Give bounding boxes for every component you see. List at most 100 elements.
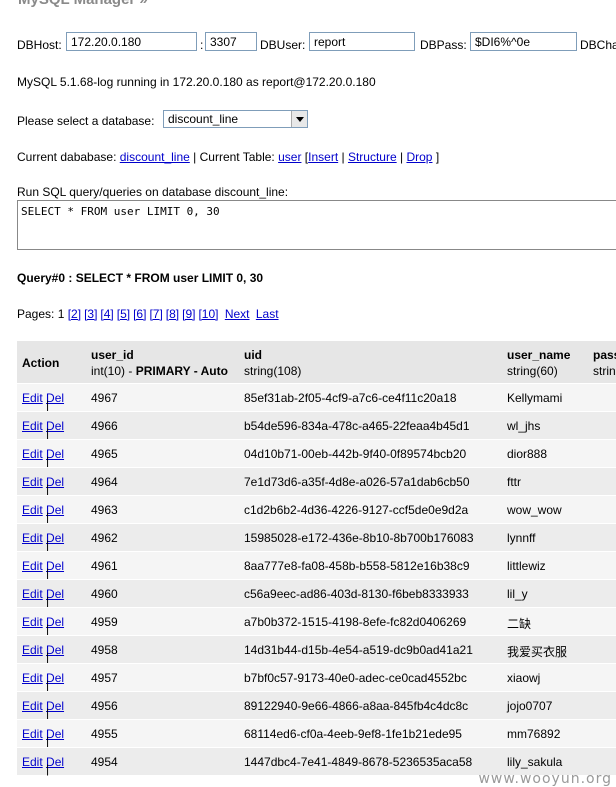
- cell-uid: b54de596-834a-478c-a465-22feaa4b45d1: [244, 419, 470, 433]
- db-host-input[interactable]: [66, 32, 197, 51]
- row-actions: Edit | Del: [22, 559, 64, 580]
- cell-user-name: wow_wow: [507, 503, 562, 517]
- db-user-input[interactable]: [309, 32, 415, 51]
- edit-link[interactable]: Edit: [22, 475, 43, 489]
- table-row: Edit | Del 4962 15985028-e172-436e-8b10-8b…: [17, 523, 616, 552]
- page-link[interactable]: [6]: [133, 307, 146, 321]
- cell-uid: 8aa777e8-fa08-458b-b558-5812e16b38c9: [244, 559, 470, 573]
- edit-link[interactable]: Edit: [22, 727, 43, 741]
- database-select-value: discount_line: [168, 112, 239, 126]
- edit-link[interactable]: Edit: [22, 419, 43, 433]
- cell-user-name: wl_jhs: [507, 419, 541, 433]
- page-link[interactable]: [3]: [84, 307, 97, 321]
- separator: |: [46, 650, 50, 664]
- edit-link[interactable]: Edit: [22, 503, 43, 517]
- header-user-name-type: string(60): [507, 364, 558, 378]
- cell-user-id: 4967: [91, 391, 118, 405]
- current-db-link[interactable]: discount_line: [120, 150, 190, 164]
- row-actions: Edit | Del: [22, 615, 64, 636]
- page-link[interactable]: [10]: [198, 307, 218, 321]
- edit-link[interactable]: Edit: [22, 447, 43, 461]
- row-actions: Edit | Del: [22, 671, 64, 692]
- separator: |: [46, 398, 50, 412]
- header-user-id-type: int(10) - PRIMARY - Auto: [91, 364, 228, 378]
- separator: |: [46, 622, 50, 636]
- separator: |: [46, 734, 50, 748]
- edit-link[interactable]: Edit: [22, 671, 43, 685]
- separator: |: [46, 678, 50, 692]
- page-link[interactable]: [9]: [182, 307, 195, 321]
- row-actions: Edit | Del: [22, 699, 64, 720]
- page-link[interactable]: [8]: [166, 307, 179, 321]
- table-row: Edit | Del 4957 b7bf0c57-9173-40e0-adec-ce…: [17, 663, 616, 692]
- edit-link[interactable]: Edit: [22, 531, 43, 545]
- db-user-label: DBUser:: [260, 38, 306, 52]
- edit-link[interactable]: Edit: [22, 755, 43, 769]
- separator: |: [46, 482, 50, 496]
- cell-user-name: lynnff: [507, 531, 536, 545]
- table-row: Edit | Del 4961 8aa777e8-fa08-458b-b558-58…: [17, 551, 616, 580]
- table-row: Edit | Del 4960 c56a9eec-ad86-403d-8130-f6…: [17, 579, 616, 608]
- separator: |: [46, 454, 50, 468]
- db-charset-label: DBCha: [580, 38, 616, 52]
- separator: |: [46, 510, 50, 524]
- db-select-label: Please select a database:: [17, 114, 155, 128]
- pagination: Pages: 1 [2] [3] [4] [5] [6] [7] [8] [9] [10] Ne…: [17, 307, 282, 321]
- pages-label: Pages: 1: [17, 307, 65, 321]
- table-row: Edit | Del 4956 89122940-9e66-4866-a8aa-84…: [17, 691, 616, 720]
- structure-link[interactable]: Structure: [348, 150, 397, 164]
- cell-uid: 7e1d73d6-a35f-4d8e-a026-57a1dab6cb50: [244, 475, 470, 489]
- current-db-label: Current dababase:: [17, 150, 117, 164]
- chevron-down-icon[interactable]: [291, 111, 307, 127]
- cell-uid: 89122940-9e66-4866-a8aa-845fb4c4dc8c: [244, 699, 469, 713]
- header-uid: uid: [244, 348, 262, 362]
- cell-uid: 85ef31ab-2f05-4cf9-a7c6-ce4f11c20a18: [244, 391, 457, 405]
- database-select[interactable]: discount_line: [163, 110, 308, 128]
- page-link[interactable]: [2]: [68, 307, 81, 321]
- header-user-id: user_id: [91, 348, 134, 362]
- edit-link[interactable]: Edit: [22, 615, 43, 629]
- cell-uid: 68114ed6-cf0a-4eeb-9ef8-1fe1b21ede95: [244, 727, 462, 741]
- cell-uid: 04d10b71-00eb-442b-9f40-0f89574bcb20: [244, 447, 467, 461]
- edit-link[interactable]: Edit: [22, 391, 43, 405]
- cell-user-id: 4960: [91, 587, 118, 601]
- cell-user-id: 4965: [91, 447, 118, 461]
- separator: |: [46, 762, 50, 776]
- page-link[interactable]: [7]: [149, 307, 162, 321]
- cell-user-name: dior888: [507, 447, 548, 461]
- port-separator: :: [200, 38, 204, 52]
- last-page-link[interactable]: Last: [256, 307, 279, 321]
- row-actions: Edit | Del: [22, 391, 64, 412]
- table-row: Edit | Del 4965 04d10b71-00eb-442b-9f40-0f…: [17, 439, 616, 468]
- cell-user-name: xiaowj: [507, 671, 541, 685]
- separator: |: [46, 594, 50, 608]
- db-port-input[interactable]: [205, 32, 257, 51]
- cell-user-id: 4956: [91, 699, 118, 713]
- current-table-link[interactable]: user: [278, 150, 301, 164]
- edit-link[interactable]: Edit: [22, 643, 43, 657]
- separator: |: [46, 566, 50, 580]
- edit-link[interactable]: Edit: [22, 699, 43, 713]
- cell-user-id: 4964: [91, 475, 118, 489]
- table-row: Edit | Del 4964 7e1d73d6-a35f-4d8e-a026-57…: [17, 467, 616, 496]
- cell-user-id: 4955: [91, 727, 118, 741]
- edit-link[interactable]: Edit: [22, 587, 43, 601]
- separator: |: [341, 150, 345, 164]
- page-link[interactable]: [5]: [117, 307, 130, 321]
- server-status: MySQL 5.1.68-log running in 172.20.0.180…: [17, 75, 376, 89]
- edit-link[interactable]: Edit: [22, 559, 43, 573]
- separator: |: [400, 150, 404, 164]
- cell-user-id: 4961: [91, 559, 118, 573]
- cell-uid: 1447dbc4-7e41-4849-8678-5236535aca58: [244, 755, 473, 769]
- insert-link[interactable]: Insert: [308, 150, 338, 164]
- query-result-title: Query#0 : SELECT * FROM user LIMIT 0, 30: [17, 271, 264, 285]
- page-title: MySQL Manager »: [18, 0, 148, 8]
- page-link[interactable]: [4]: [100, 307, 113, 321]
- cell-user-id: 4963: [91, 503, 118, 517]
- drop-link[interactable]: Drop: [406, 150, 432, 164]
- db-pass-input[interactable]: [470, 32, 577, 51]
- next-page-link[interactable]: Next: [225, 307, 250, 321]
- header-pass-type: strin: [593, 364, 616, 378]
- sql-query-input[interactable]: SELECT * FROM user LIMIT 0, 30: [17, 200, 616, 250]
- bracket-close: ]: [435, 150, 440, 164]
